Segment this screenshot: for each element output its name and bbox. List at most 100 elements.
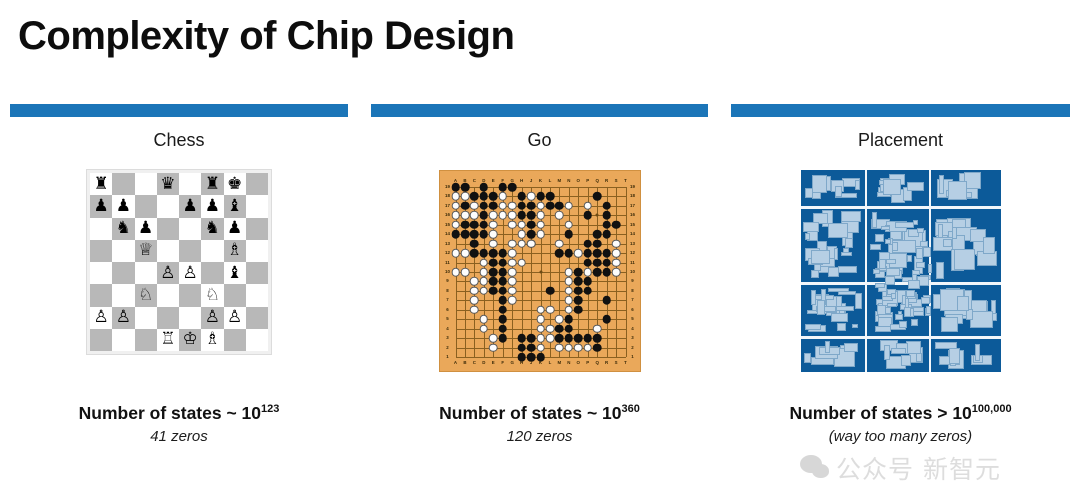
go-stone-black: [498, 182, 508, 192]
chess-square: [179, 284, 202, 307]
go-stone-white: [507, 211, 517, 220]
placement-macro-block: [915, 248, 923, 259]
placement-macro-block: [923, 247, 931, 257]
go-column-label: T: [624, 178, 627, 183]
chess-square: ♙: [201, 306, 224, 329]
placement-macro-block: [921, 296, 931, 304]
go-row-label: 8: [631, 287, 634, 293]
go-stone-white: [555, 239, 564, 248]
go-stone-black: [555, 324, 564, 333]
chess-square: ♟: [223, 217, 246, 240]
go-stone-black: [488, 258, 498, 267]
go-column-label: C: [472, 178, 476, 183]
go-stone-white: [460, 248, 470, 258]
chess-square: ♙: [112, 306, 135, 329]
go-column-label: Q: [595, 178, 599, 183]
go-column-label: M: [557, 360, 562, 365]
chess-square: ♜: [90, 173, 113, 196]
placement-channel: [864, 170, 867, 372]
go-stone-white: [498, 192, 508, 201]
placement-macro-block: [851, 323, 858, 328]
go-stone-black: [592, 248, 602, 258]
chess-piece: ♙: [115, 307, 131, 328]
chess-square: ♖: [156, 328, 179, 351]
go-stone-black: [460, 182, 470, 192]
placement-macro-block: [875, 234, 884, 242]
placement-macro-block: [974, 343, 981, 361]
go-column-label: N: [567, 360, 571, 365]
placement-macro-block: [927, 264, 933, 274]
go-row-label: 19: [630, 184, 635, 189]
caption-sub-go: 120 zeros: [506, 428, 573, 445]
chess-square: [245, 239, 268, 262]
placement-macro-block: [916, 262, 925, 268]
chess-square: ♟: [201, 195, 224, 218]
placement-channel: [800, 206, 1001, 209]
go-stone-white: [564, 277, 574, 286]
chess-square: ♙: [156, 262, 179, 285]
go-stone-black: [470, 229, 479, 239]
placement-macro-block: [854, 180, 860, 191]
go-stone-white: [507, 296, 517, 305]
go-stone-white: [470, 305, 479, 315]
go-stone-black: [602, 248, 611, 258]
go-column-label: K: [538, 178, 543, 183]
go-stone-black: [545, 192, 555, 201]
go-column-label: L: [548, 360, 552, 365]
go-column-label: A: [453, 178, 458, 183]
chess-board: ♜ ♛ ♜ ♚ ♟ ♟ ♟ ♟ ♝ ♞ ♟ ♞ ♟ ♕ ♗ ♙ ♙ ♝ ♘ ♘ ♙ ♙ ♙ ♙ ♖ ♔ ♗: [86, 169, 272, 355]
chess-piece: ♟: [182, 195, 198, 216]
placement-macro-block: [875, 282, 885, 288]
go-stone-white: [583, 201, 593, 211]
go-stone-black: [526, 211, 536, 220]
chess-square: ♟: [134, 217, 157, 240]
go-column-label: F: [501, 178, 505, 183]
go-column-label: C: [472, 360, 476, 365]
go-row-label: 13: [445, 240, 450, 246]
caption-main-text-placement: Number of states > 10: [789, 403, 972, 423]
chess-square: [201, 262, 224, 285]
placement-macro-block: [964, 172, 981, 190]
go-stone-black: [602, 201, 611, 211]
placement-macro-block: [855, 293, 863, 310]
go-stone-white: [517, 229, 526, 239]
chess-square: [134, 328, 157, 351]
go-stone-white: [479, 286, 489, 296]
chess-piece: ♟: [227, 218, 243, 239]
chess-square: [134, 306, 157, 329]
go-stone-white: [470, 201, 479, 211]
go-stone-white: [564, 305, 574, 315]
go-column-label: N: [567, 178, 571, 183]
go-column-label: P: [586, 360, 590, 365]
placement-macro-block: [934, 342, 957, 349]
go-stone-black: [602, 314, 611, 324]
go-stone-black: [470, 239, 479, 248]
go-stone-black: [498, 267, 508, 277]
chess-piece: ♘: [138, 284, 154, 305]
placement-macro-block: [883, 179, 902, 195]
go-stone-black: [498, 258, 508, 267]
placement-macro-block: [884, 345, 891, 361]
go-stone-black: [498, 314, 508, 324]
placement-macro-block: [935, 262, 945, 279]
go-stone-black: [479, 201, 489, 211]
placement-macro-block: [952, 226, 958, 240]
go-stone-white: [488, 239, 498, 248]
go-stone-black: [602, 229, 611, 239]
go-stone-white: [583, 343, 593, 352]
go-stone-white: [470, 296, 479, 305]
go-stone-white: [536, 324, 545, 333]
go-stone-black: [498, 286, 508, 296]
go-row-label: 3: [446, 335, 449, 341]
go-stone-white: [536, 211, 545, 220]
chess-square: [90, 239, 113, 262]
go-stone-black: [602, 258, 611, 267]
chess-square: [134, 195, 157, 218]
placement-macro-block: [804, 352, 811, 364]
go-column-label: R: [605, 360, 609, 365]
go-stone-black: [602, 267, 611, 277]
chess-square: [112, 328, 135, 351]
go-stone-black: [479, 211, 489, 220]
go-stone-black: [488, 201, 498, 211]
placement-macro-block: [804, 232, 811, 241]
